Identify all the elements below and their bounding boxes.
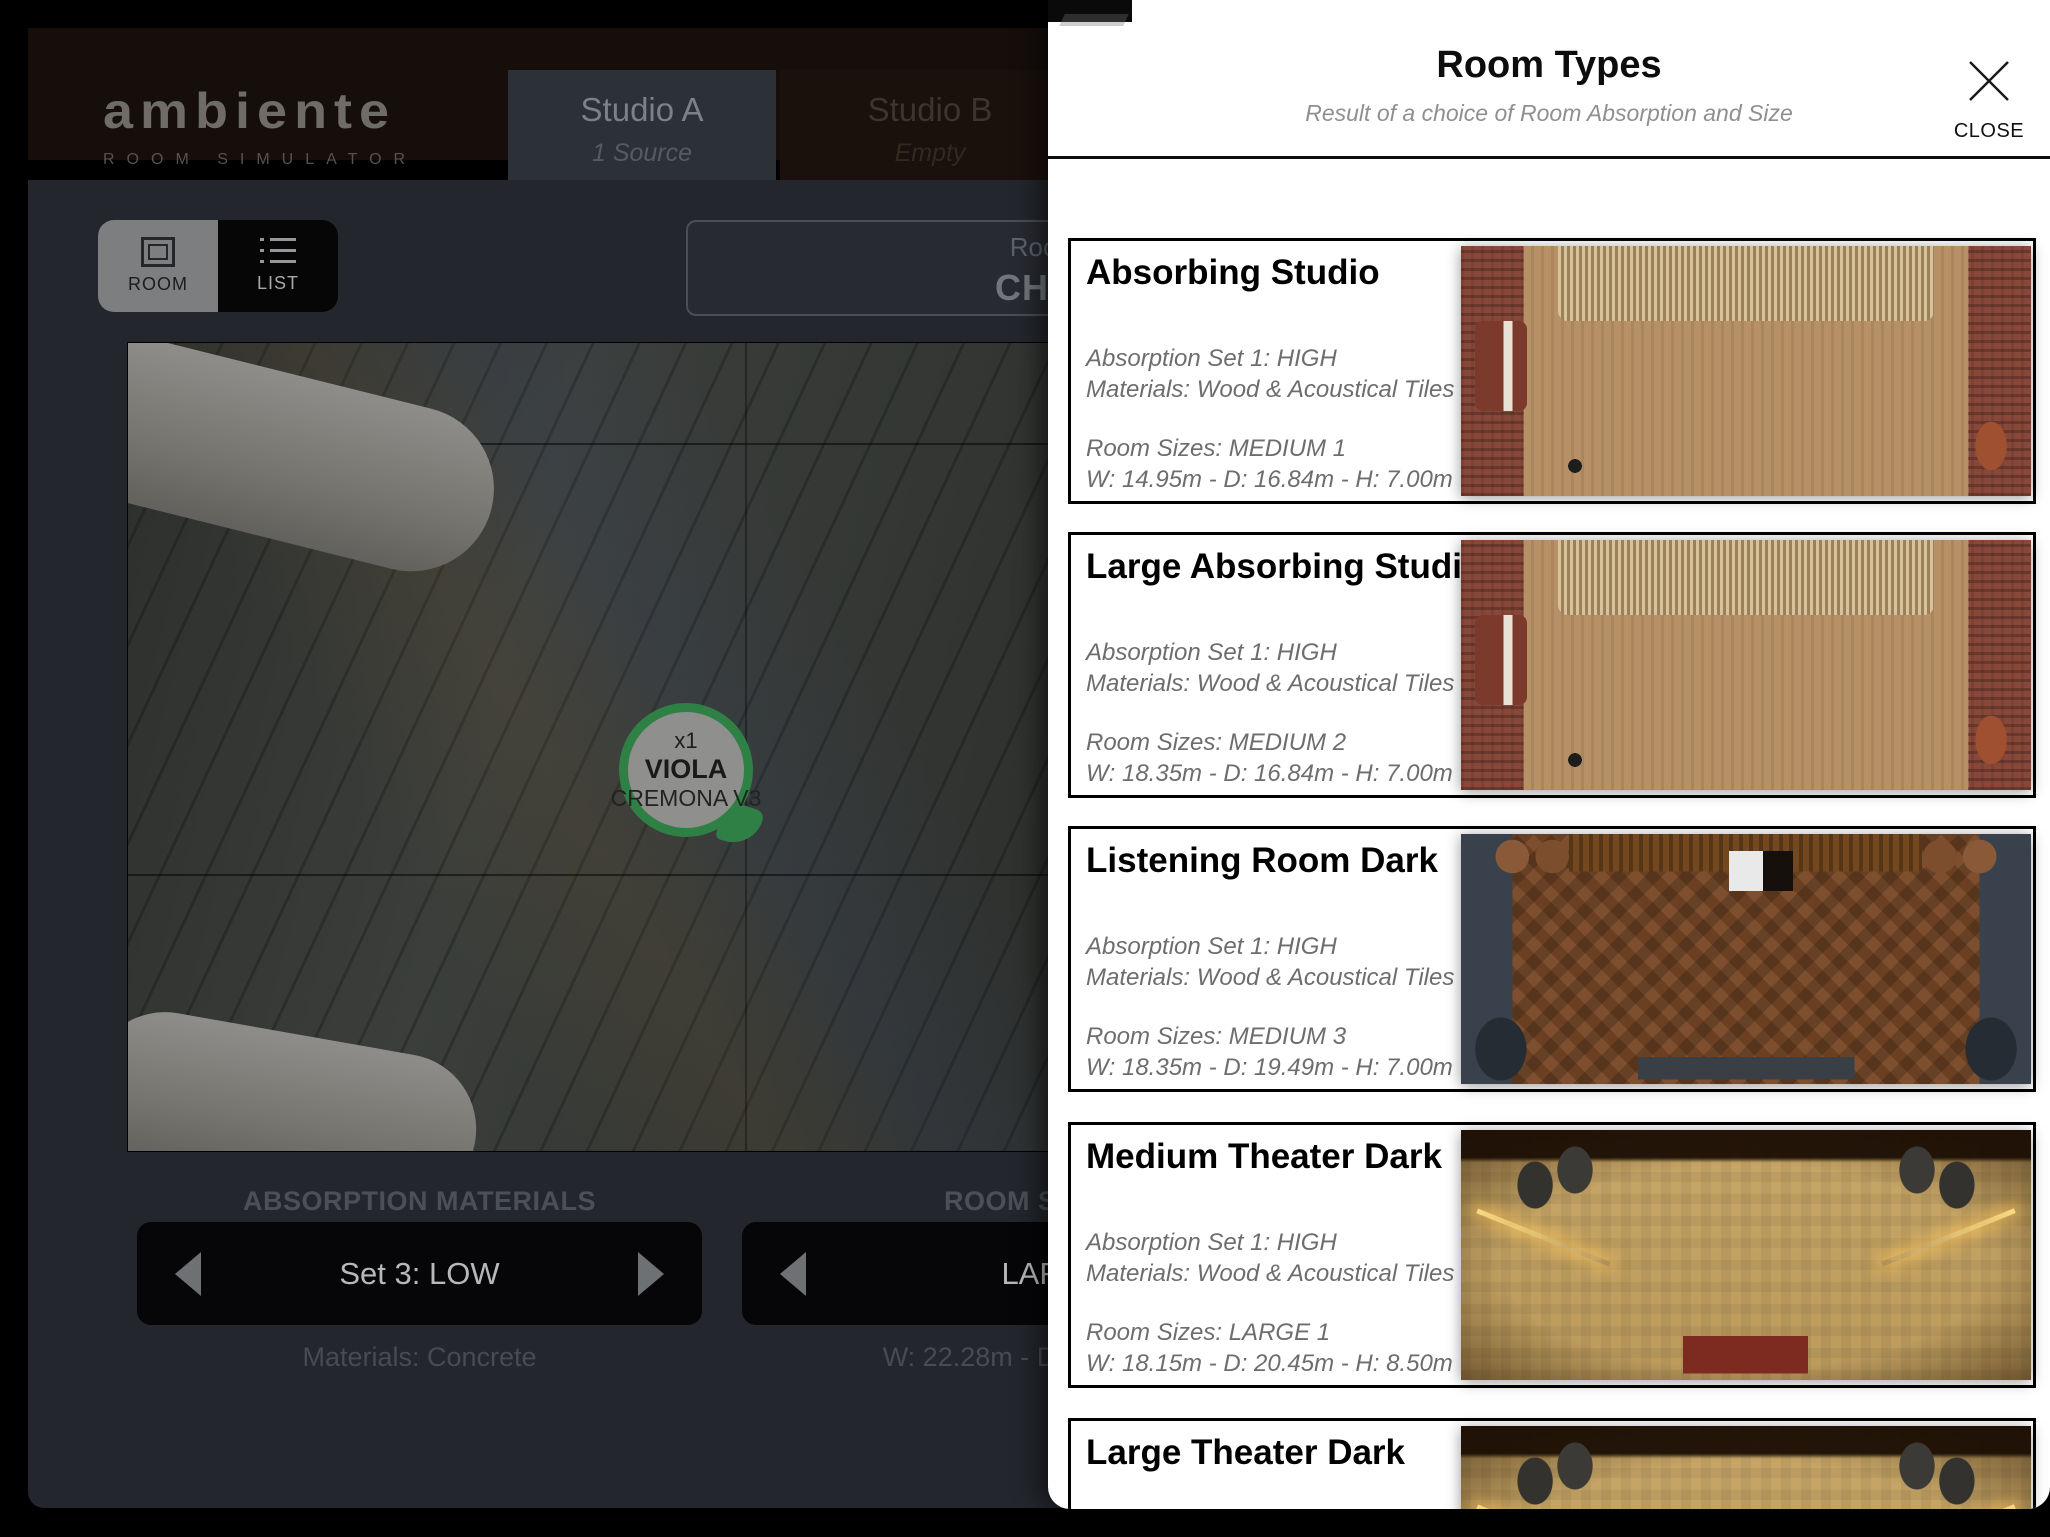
card-absorption: Absorption Set 1: HIGH — [1086, 639, 1337, 666]
card-size-info: Room Sizes: MEDIUM 1 W: 14.95m - D: 16.8… — [1086, 433, 1453, 495]
room-type-card[interactable]: Medium Theater Dark Absorption Set 1: HI… — [1068, 1122, 2036, 1388]
absorption-stepper: Set 3: LOW — [137, 1222, 702, 1325]
room-view-label: ROOM — [128, 274, 188, 294]
tab-studio-a[interactable]: Studio A 1 Source — [508, 70, 776, 188]
tab-status: Empty — [894, 138, 966, 167]
card-absorption-info: Absorption Set 1: HIGH Materials: Wood &… — [1086, 931, 1454, 993]
modal-subtitle: Result of a choice of Room Absorption an… — [1305, 100, 1793, 126]
source-count: x1 — [674, 728, 698, 753]
card-title: Large Theater Dark — [1086, 1433, 1406, 1472]
room-type-card[interactable]: Large Theater Dark — [1068, 1418, 2036, 1509]
card-absorption-info: Absorption Set 1: HIGH Materials: Wood &… — [1086, 1227, 1454, 1289]
card-size: Room Sizes: LARGE 1 — [1086, 1319, 1331, 1346]
card-absorption: Absorption Set 1: HIGH — [1086, 1229, 1337, 1256]
modal-title: Room Types — [1436, 44, 1662, 86]
card-size-info: Room Sizes: MEDIUM 2 W: 18.35m - D: 16.8… — [1086, 727, 1453, 789]
card-materials: Materials: Wood & Acoustical Tiles — [1086, 670, 1455, 697]
list-view-icon — [260, 238, 296, 266]
background-artifact — [1048, 0, 1132, 22]
card-size: Room Sizes: MEDIUM 1 — [1086, 435, 1347, 462]
room-size-prev-arrow[interactable] — [780, 1251, 806, 1296]
close-icon — [1969, 61, 2009, 101]
source-model: CREMONA V3 — [610, 785, 762, 811]
card-size: Room Sizes: MEDIUM 3 — [1086, 1023, 1347, 1050]
card-title: Large Absorbing Studio — [1086, 547, 1484, 586]
tab-studio-b[interactable]: Studio B Empty — [780, 70, 1080, 188]
card-materials: Materials: Wood & Acoustical Tiles — [1086, 964, 1455, 991]
card-dimensions: W: 18.35m - D: 16.84m - H: 7.00m — [1086, 760, 1453, 787]
card-title: Absorbing Studio — [1086, 253, 1380, 292]
view-toggle: ROOM LIST — [98, 220, 338, 312]
list-view-button[interactable]: LIST — [218, 220, 338, 312]
card-title: Listening Room Dark — [1086, 841, 1438, 880]
absorption-value: Set 3: LOW — [339, 1255, 500, 1291]
card-size-info: Room Sizes: MEDIUM 3 W: 18.35m - D: 19.4… — [1086, 1021, 1453, 1083]
room-view-button[interactable]: ROOM — [98, 220, 218, 312]
room-render-thumbnail — [1461, 1426, 2031, 1509]
column-base — [128, 1000, 489, 1151]
source-marker[interactable]: x1 VIOLA CREMONA V3 — [611, 703, 761, 837]
card-size: Room Sizes: MEDIUM 2 — [1086, 729, 1347, 756]
room-type-card[interactable]: Absorbing Studio Absorption Set 1: HIGH … — [1068, 238, 2036, 504]
tab-label: Studio B — [867, 90, 993, 128]
modal-divider — [1048, 156, 2050, 159]
room-render-view[interactable]: x1 VIOLA CREMONA V3 — [127, 342, 1129, 1152]
room-types-modal: Room Types Result of a choice of Room Ab… — [1048, 0, 2050, 1509]
card-materials: Materials: Wood & Acoustical Tiles — [1086, 1260, 1455, 1287]
room-render-thumbnail — [1461, 1130, 2031, 1380]
room-render-thumbnail — [1461, 540, 2031, 790]
tab-status: 1 Source — [591, 138, 693, 167]
source-name: VIOLA — [644, 754, 728, 784]
room-type-card[interactable]: Large Absorbing Studio Absorption Set 1:… — [1068, 532, 2036, 798]
card-dimensions: W: 18.35m - D: 19.49m - H: 7.00m — [1086, 1054, 1453, 1081]
list-view-label: LIST — [256, 273, 299, 293]
close-button[interactable]: CLOSE — [1936, 58, 2042, 143]
card-dimensions: W: 14.95m - D: 16.84m - H: 7.00m — [1086, 466, 1453, 493]
room-type-card[interactable]: Listening Room Dark Absorption Set 1: HI… — [1068, 826, 2036, 1092]
absorption-next-arrow[interactable] — [638, 1251, 664, 1296]
absorption-materials-label: ABSORPTION MATERIALS — [243, 1186, 596, 1216]
tab-label: Studio A — [580, 90, 704, 128]
card-size-info: Room Sizes: LARGE 1 W: 18.15m - D: 20.45… — [1086, 1317, 1453, 1379]
logo-title: ambiente — [103, 83, 397, 140]
absorption-detail: Materials: Concrete — [302, 1342, 537, 1372]
app-logo: ambiente ROOM SIMULATOR — [103, 83, 523, 169]
room-render-thumbnail — [1461, 834, 2031, 1084]
card-absorption: Absorption Set 1: HIGH — [1086, 345, 1337, 372]
column-base — [128, 343, 512, 589]
card-absorption-info: Absorption Set 1: HIGH Materials: Wood &… — [1086, 343, 1454, 405]
card-title: Medium Theater Dark — [1086, 1137, 1442, 1176]
card-dimensions: W: 18.15m - D: 20.45m - H: 8.50m — [1086, 1350, 1453, 1377]
card-absorption: Absorption Set 1: HIGH — [1086, 933, 1337, 960]
room-render-thumbnail — [1461, 246, 2031, 496]
room-view-icon — [141, 237, 175, 267]
card-materials: Materials: Wood & Acoustical Tiles — [1086, 376, 1455, 403]
close-label: CLOSE — [1953, 120, 2025, 142]
logo-subtitle: ROOM SIMULATOR — [103, 151, 418, 168]
card-absorption-info: Absorption Set 1: HIGH Materials: Wood &… — [1086, 637, 1454, 699]
absorption-prev-arrow[interactable] — [175, 1251, 201, 1296]
